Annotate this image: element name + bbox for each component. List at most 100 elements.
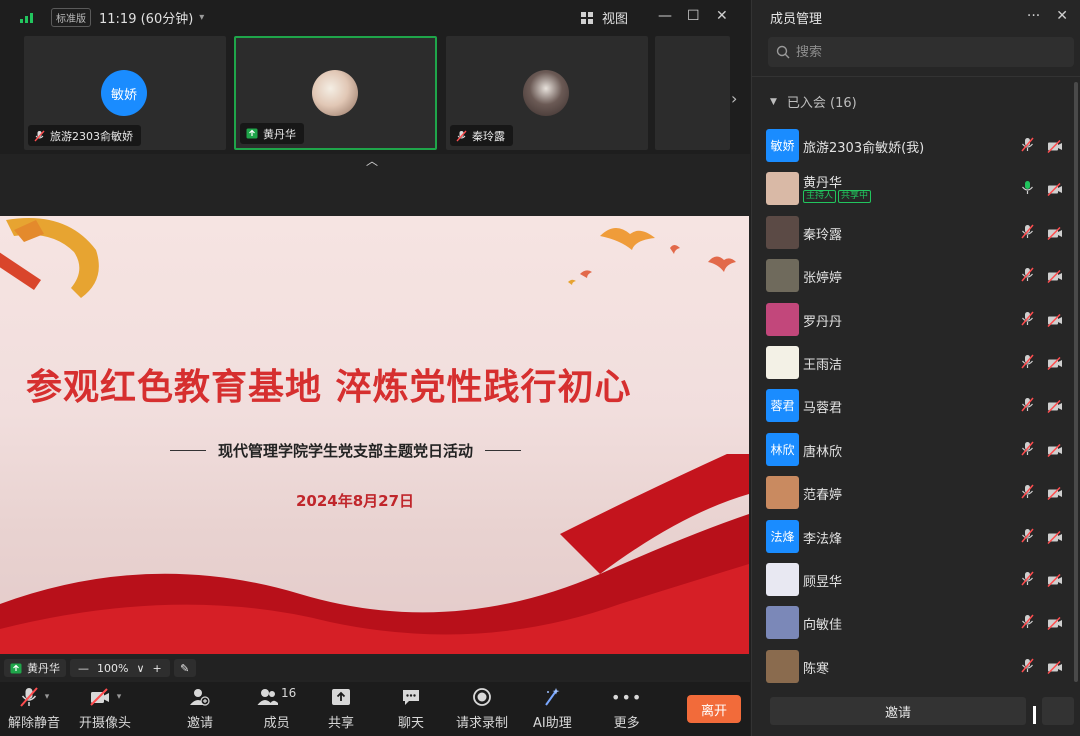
mic-muted-icon[interactable] — [1021, 528, 1034, 547]
video-tile-partial[interactable] — [655, 36, 730, 150]
request-record-button[interactable]: 请求录制 — [456, 686, 508, 731]
unmute-label: 解除静音 — [8, 716, 61, 731]
camera-off-icon[interactable] — [1047, 572, 1063, 591]
minimize-icon[interactable]: — — [658, 8, 672, 24]
chevron-down-icon[interactable]: ▾ — [117, 692, 122, 702]
more-options-icon[interactable]: ··· — [1027, 8, 1040, 24]
mic-active-icon[interactable] — [1021, 180, 1034, 199]
mic-muted-icon[interactable] — [1021, 311, 1034, 330]
invite-member-button[interactable]: 邀请 — [770, 697, 1026, 725]
joined-group-header[interactable]: ▼ 已入会 (16) — [770, 92, 857, 111]
member-row[interactable]: 张婷婷 — [752, 254, 1074, 297]
zoom-out-icon[interactable]: — — [78, 662, 89, 675]
member-row[interactable]: 范春婷 — [752, 471, 1074, 514]
camera-off-icon[interactable] — [1047, 312, 1063, 331]
share-screen-icon — [332, 689, 350, 705]
camera-off-icon[interactable] — [1047, 355, 1063, 374]
chevron-down-icon[interactable]: ▾ — [45, 692, 50, 702]
member-search-box — [768, 37, 1074, 67]
divider-line — [485, 450, 522, 451]
leave-button[interactable]: 离开 — [687, 695, 741, 723]
member-row[interactable]: 向敏佳 — [752, 601, 1074, 644]
member-row[interactable]: 顾昱华 — [752, 558, 1074, 601]
mic-muted-icon[interactable] — [1021, 658, 1034, 677]
camera-off-icon[interactable] — [1047, 398, 1063, 417]
close-icon[interactable]: ✕ — [1056, 8, 1068, 24]
invite-label: 邀请 — [187, 716, 214, 731]
view-button[interactable]: 视图 — [580, 8, 628, 27]
avatar — [766, 345, 799, 379]
video-tile-active[interactable]: 黄丹华 — [234, 36, 437, 150]
camera-off-icon[interactable] — [1047, 181, 1063, 200]
divider-line — [170, 450, 206, 451]
camera-off-icon[interactable] — [1047, 659, 1063, 678]
video-tile[interactable]: 秦玲露 — [446, 36, 648, 150]
zoom-in-icon[interactable]: + — [153, 662, 162, 675]
unmute-button[interactable]: ▾ 解除静音 — [8, 686, 60, 731]
chat-button[interactable]: 聊天 — [398, 686, 424, 731]
camera-off-icon[interactable] — [1047, 529, 1063, 548]
sharing-icon — [10, 663, 22, 673]
avatar: 敏娇 — [766, 129, 799, 162]
ai-assistant-button[interactable]: AI助理 — [533, 686, 572, 731]
mic-muted-icon[interactable] — [1021, 397, 1034, 416]
search-icon — [776, 45, 790, 59]
member-name: 向敏佳 — [803, 618, 843, 634]
member-row[interactable]: 秦玲露 — [752, 211, 1074, 254]
chevron-down-icon[interactable]: ▾ — [199, 12, 204, 23]
member-count: 16 — [281, 686, 297, 700]
camera-off-icon[interactable] — [1047, 442, 1063, 461]
chevron-down-icon[interactable]: ∨ — [136, 662, 144, 675]
participant-name: 黄丹华 — [263, 127, 296, 141]
member-row[interactable]: 王雨洁 — [752, 341, 1074, 384]
member-name: 唐林欣 — [803, 444, 843, 460]
member-row[interactable]: 蓉君 马蓉君 — [752, 384, 1074, 427]
member-name: 秦玲露 — [803, 227, 843, 243]
avatar: 法烽 — [766, 519, 799, 553]
scrollbar[interactable] — [1074, 82, 1078, 682]
mic-muted-icon[interactable] — [1021, 224, 1034, 243]
mic-muted-icon[interactable] — [1021, 484, 1034, 503]
sharing-icon — [246, 128, 258, 139]
avatar — [766, 606, 799, 640]
sharer-tag[interactable]: 黄丹华 — [4, 659, 66, 677]
chevron-right-icon[interactable]: › — [731, 89, 737, 108]
member-row[interactable]: 林欣 唐林欣 — [752, 428, 1074, 471]
mic-muted-icon[interactable] — [1021, 614, 1034, 633]
camera-off-icon[interactable] — [1047, 138, 1063, 157]
annotate-button[interactable]: ✎ — [173, 659, 196, 677]
more-button[interactable]: ••• 更多 — [611, 686, 642, 732]
camera-button[interactable]: ▾ 开摄像头 — [79, 686, 131, 731]
chat-label: 聊天 — [398, 716, 425, 731]
meeting-time[interactable]: 11:19 (60分钟) — [99, 8, 193, 27]
chat-icon — [403, 690, 419, 705]
chevron-up-icon[interactable]: ︿ — [366, 152, 378, 169]
camera-off-icon[interactable] — [1047, 485, 1063, 504]
camera-off-icon[interactable] — [1047, 268, 1063, 287]
mic-muted-icon[interactable] — [1021, 267, 1034, 286]
video-tile[interactable]: 敏娇 旅游2303俞敏娇 — [24, 36, 226, 150]
search-input[interactable] — [796, 44, 1056, 60]
mic-muted-icon[interactable] — [1021, 137, 1034, 156]
member-name: 罗丹丹 — [803, 314, 843, 330]
share-button[interactable]: 共享 — [328, 686, 354, 731]
invite-button[interactable]: 邀请 — [187, 686, 213, 731]
member-row[interactable]: 黄丹华 主持人 共享中 — [752, 167, 1074, 210]
camera-off-icon[interactable] — [1047, 225, 1063, 244]
zoom-level[interactable]: 100% — [97, 662, 128, 675]
meeting-window: 标准版 11:19 (60分钟) ▾ 视图 — ☐ ✕ 敏娇 旅游2303俞敏娇 — [0, 0, 1080, 736]
member-row[interactable]: 敏娇 旅游2303俞敏娇(我) — [752, 124, 1074, 167]
members-button[interactable]: 16 成员 — [257, 686, 296, 731]
member-row[interactable]: 法烽 李法烽 — [752, 515, 1074, 558]
mic-muted-icon[interactable] — [1021, 354, 1034, 373]
maximize-icon[interactable]: ☐ — [687, 8, 700, 24]
member-row[interactable]: 陈寒 — [752, 645, 1074, 688]
mic-muted-icon[interactable] — [1021, 571, 1034, 590]
panel-extra-button[interactable] — [1042, 697, 1074, 725]
mic-muted-icon[interactable] — [1021, 441, 1034, 460]
close-icon[interactable]: ✕ — [716, 8, 728, 24]
people-icon — [257, 689, 278, 705]
member-row[interactable]: 罗丹丹 — [752, 298, 1074, 341]
camera-off-icon[interactable] — [1047, 615, 1063, 634]
avatar — [312, 70, 358, 116]
